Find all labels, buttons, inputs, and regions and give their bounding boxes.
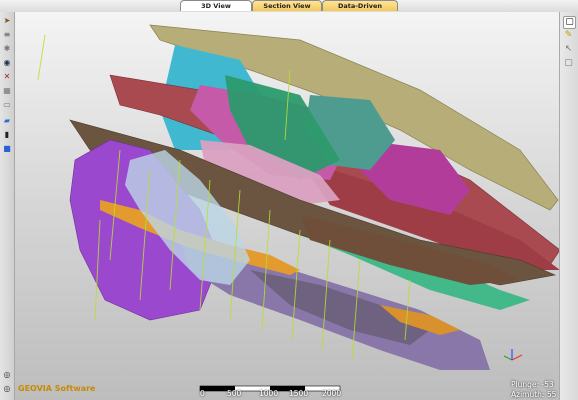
right-toolbar: ▢ ✎ ↖ ▢	[559, 12, 578, 400]
geology-3d-scene[interactable]	[14, 12, 560, 400]
select-arrow-icon[interactable]: ➤	[2, 16, 12, 25]
tab-3d-view[interactable]: 3D View	[180, 0, 252, 11]
box-icon[interactable]: ▭	[2, 100, 12, 109]
plunge-label: Plunge	[511, 380, 537, 389]
y-axis-line	[503, 355, 513, 361]
drillhole	[37, 34, 46, 81]
axis-icon[interactable]: ✕	[2, 72, 12, 81]
book-icon[interactable]: ▮	[2, 130, 12, 139]
azimuth-value: 55	[546, 390, 557, 399]
axis-gizmo	[503, 349, 523, 361]
tab-section-view[interactable]: Section View	[252, 0, 322, 11]
scale-label: 1500	[289, 389, 309, 398]
brand-logo-text: GEOVIA Software	[18, 384, 96, 393]
frame-icon[interactable]: ▢	[563, 58, 574, 69]
play-forward-icon[interactable]: ◎	[2, 384, 12, 393]
settings-icon[interactable]: ✱	[2, 44, 12, 53]
chat-icon[interactable]: ▰	[2, 116, 12, 125]
scale-label: 0	[200, 389, 205, 398]
layers-icon[interactable]: ≡	[2, 30, 12, 39]
3d-viewport[interactable]	[14, 12, 560, 400]
scale-label: 1000	[259, 389, 279, 398]
window-icon[interactable]: ▢	[563, 16, 576, 29]
pencil-icon[interactable]: ✎	[563, 30, 574, 41]
tab-data-driven-modelling[interactable]: Data-Driven Modelling	[322, 0, 398, 21]
grid-icon[interactable]: ▦	[2, 86, 12, 95]
azimuth-label: Azimuth	[511, 390, 542, 399]
pointer-icon[interactable]: ↖	[563, 44, 574, 55]
eye-icon[interactable]: ◉	[2, 58, 12, 67]
left-toolbar: ➤ ≡ ✱ ◉ ✕ ▦ ▭ ▰ ▮ ■ ◎ ◎	[0, 12, 15, 400]
scale-label: 500	[227, 389, 242, 398]
stop-icon[interactable]: ■	[2, 144, 12, 153]
plunge-readout: Plunge: -53	[511, 380, 554, 389]
x-axis-line	[511, 354, 523, 361]
play-icon[interactable]: ◎	[2, 370, 12, 379]
plunge-value: -53	[541, 380, 554, 389]
azimuth-readout: Azimuth: 55	[511, 390, 557, 399]
scale-label: 2000	[322, 389, 342, 398]
